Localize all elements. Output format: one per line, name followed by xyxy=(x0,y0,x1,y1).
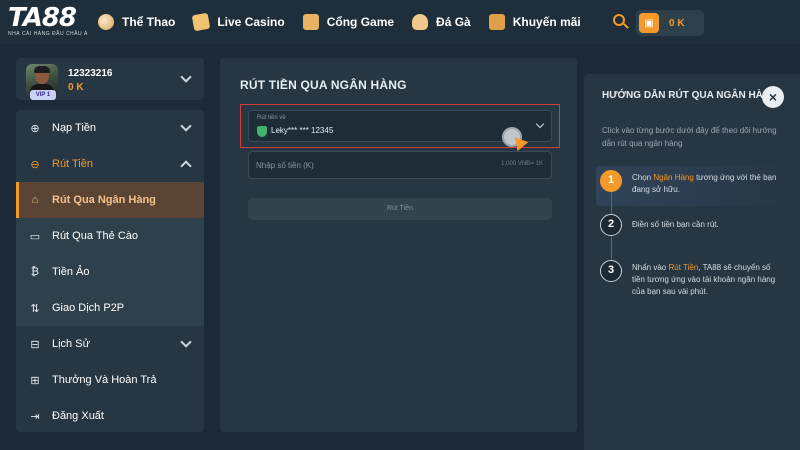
user-balance: 0 K xyxy=(68,82,84,93)
bitcoin-icon: ₿ xyxy=(30,266,40,278)
guide-title: HƯỚNG DẪN RÚT QUA NGÂN HÀNG xyxy=(602,90,778,101)
page-title: RÚT TIỀN QUA NGÂN HÀNG xyxy=(240,78,407,92)
sidebar-item-rewards[interactable]: ⊞ Thưởng Và Hoàn Trả xyxy=(16,362,204,398)
sidebar-item-label: Rút Tiền xyxy=(52,158,93,170)
chevron-down-icon xyxy=(535,119,545,129)
withdraw-panel: RÚT TIỀN QUA NGÂN HÀNG Rút tiền về Leky*… xyxy=(220,58,577,432)
history-icon: ⊟ xyxy=(30,338,40,351)
amount-input[interactable] xyxy=(256,152,456,178)
wallet-balance: 0 K xyxy=(669,17,685,29)
sidebar-item-withdraw-bank[interactable]: ⌂ Rút Qua Ngân Hàng xyxy=(16,182,204,218)
amount-rate-hint: 1,000 VNĐ= 1K xyxy=(501,161,543,167)
nav-label: Cổng Game xyxy=(326,15,395,29)
reward-icon: ⊞ xyxy=(30,374,40,387)
bank-icon: ⌂ xyxy=(31,194,39,206)
sidebar-item-label: Lịch Sử xyxy=(52,338,90,350)
nav-label: Đá Gà xyxy=(436,15,471,29)
slot-machine-icon xyxy=(302,14,319,30)
nav-sports[interactable]: Thể Thao xyxy=(98,14,175,30)
step-number: 3 xyxy=(600,260,622,282)
step-number: 2 xyxy=(600,214,622,236)
amount-field[interactable]: 1,000 VNĐ= 1K xyxy=(248,151,552,179)
shield-icon xyxy=(257,126,267,137)
sidebar-item-history[interactable]: ⊟ Lịch Sử xyxy=(16,326,204,362)
nav-promotions[interactable]: Khuyến mãi xyxy=(488,14,581,30)
deposit-icon: ⊕ xyxy=(30,122,40,135)
chevron-down-icon[interactable] xyxy=(180,71,192,83)
sidebar-item-label: Rút Qua Ngân Hàng xyxy=(52,194,156,206)
soccer-ball-icon xyxy=(98,14,114,30)
ta88-logo[interactable]: TA88 NHÀ CÁI HÀNG ĐẦU CHÂU Á xyxy=(8,4,88,40)
sidebar-item-label: Đăng Xuất xyxy=(52,410,104,422)
sidebar-menu: ⊕ Nạp Tiền ⊖ Rút Tiền ⌂ Rút Qua Ngân Hàn… xyxy=(16,110,204,432)
chevron-down-icon xyxy=(180,336,192,348)
nav-cockfight[interactable]: Đá Gà xyxy=(412,14,471,30)
search-icon[interactable] xyxy=(613,14,629,30)
sidebar-item-deposit[interactable]: ⊕ Nạp Tiền xyxy=(16,110,204,146)
logo-text: TA88 xyxy=(8,3,77,33)
wallet-icon: ▣ xyxy=(639,13,659,33)
sidebar-item-label: Tiền Ảo xyxy=(52,266,90,278)
sidebar-item-label: Thưởng Và Hoàn Trả xyxy=(52,374,157,386)
step-text: Nhấn vào Rút Tiền, TA88 sẽ chuyển số tiề… xyxy=(632,263,776,296)
rooster-icon xyxy=(412,14,429,30)
sidebar-item-withdraw[interactable]: ⊖ Rút Tiền xyxy=(16,146,204,182)
chevron-down-icon xyxy=(180,120,192,132)
user-card[interactable]: VIP 1 12323216 0 K xyxy=(16,58,204,100)
step-text: Chọn Ngân Hàng tương ứng với thẻ bạn đan… xyxy=(632,173,777,194)
withdraw-submit-button[interactable]: Rút Tiền xyxy=(248,198,552,220)
sidebar-item-withdraw-card[interactable]: ▭ Rút Qua Thẻ Cào xyxy=(16,218,204,254)
guide-panel: HƯỚNG DẪN RÚT QUA NGÂN HÀNG × Click vào … xyxy=(584,74,800,450)
top-header: TA88 NHÀ CÁI HÀNG ĐẦU CHÂU Á Thể Thao Li… xyxy=(0,0,800,44)
chevron-up-icon xyxy=(180,160,192,172)
nav-label: Thể Thao xyxy=(122,15,176,29)
step-text: Điền số tiền bạn cần rút. xyxy=(632,220,719,229)
sidebar-item-label: Giao Dịch P2P xyxy=(52,302,125,314)
user-id: 12323216 xyxy=(68,68,113,79)
card-icon: ▭ xyxy=(29,230,41,243)
step-number: 1 xyxy=(600,170,622,192)
gift-icon xyxy=(488,14,505,30)
nav-label: Live Casino xyxy=(217,15,285,29)
sidebar-item-logout[interactable]: ⇥ Đăng Xuất xyxy=(16,398,204,432)
sidebar-item-label: Rút Qua Thẻ Cào xyxy=(52,230,139,242)
p2p-icon: ⇅ xyxy=(30,302,40,315)
main-nav: Thể Thao Live Casino Cổng Game Đá Gà Khu… xyxy=(98,0,599,44)
logout-icon: ⇥ xyxy=(30,410,40,423)
nav-label: Khuyến mãi xyxy=(512,15,581,29)
bank-select-value: Leky*** *** 12345 xyxy=(271,126,334,135)
logo-subtitle: NHÀ CÁI HÀNG ĐẦU CHÂU Á xyxy=(8,31,88,37)
sidebar-item-p2p[interactable]: ⇅ Giao Dịch P2P xyxy=(16,290,204,326)
sidebar-item-crypto[interactable]: ₿ Tiền Ảo xyxy=(16,254,204,290)
sidebar-item-label: Nạp Tiền xyxy=(52,122,97,134)
nav-live-casino[interactable]: Live Casino xyxy=(192,12,285,32)
playing-card-icon xyxy=(192,12,211,32)
vip-badge: VIP 1 xyxy=(30,90,56,100)
nav-game-portal[interactable]: Cổng Game xyxy=(302,14,395,30)
close-icon[interactable]: × xyxy=(762,86,784,108)
wallet-button[interactable]: ▣ 0 K xyxy=(636,10,704,36)
withdraw-icon: ⊖ xyxy=(30,158,40,171)
guide-description: Click vào từng bước dưới đây để theo dõi… xyxy=(602,126,777,148)
bank-select-label: Rút tiền về xyxy=(257,115,286,121)
